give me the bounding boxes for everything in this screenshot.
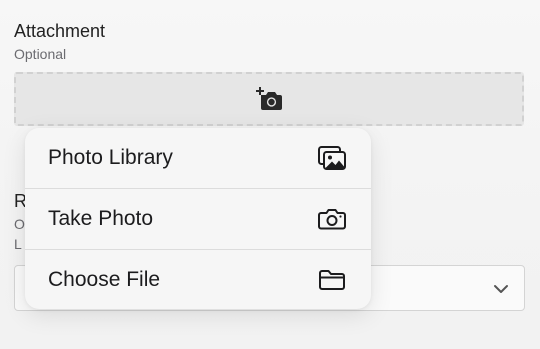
form-page: Attachment Optional R O L Photo Library … — [0, 0, 540, 349]
menu-item-label: Take Photo — [48, 207, 154, 230]
camera-plus-icon — [255, 86, 283, 112]
second-field-subtitle: O — [14, 216, 25, 232]
folder-icon — [317, 267, 347, 293]
menu-item-take-photo[interactable]: Take Photo — [25, 189, 371, 249]
menu-item-choose-file[interactable]: Choose File — [25, 250, 371, 309]
menu-item-photo-library[interactable]: Photo Library — [25, 128, 371, 188]
chevron-down-icon — [492, 280, 510, 298]
second-field-hint: L — [14, 236, 22, 252]
attachment-title: Attachment — [14, 21, 106, 41]
attachment-dropzone[interactable] — [14, 72, 524, 126]
menu-item-label: Photo Library — [48, 146, 173, 169]
photo-library-icon — [317, 145, 347, 171]
attachment-source-menu: Photo Library Take Photo Choose File — [25, 128, 371, 309]
menu-item-label: Choose File — [48, 268, 161, 291]
camera-icon — [317, 206, 347, 232]
attachment-optional-label: Optional — [14, 46, 67, 62]
